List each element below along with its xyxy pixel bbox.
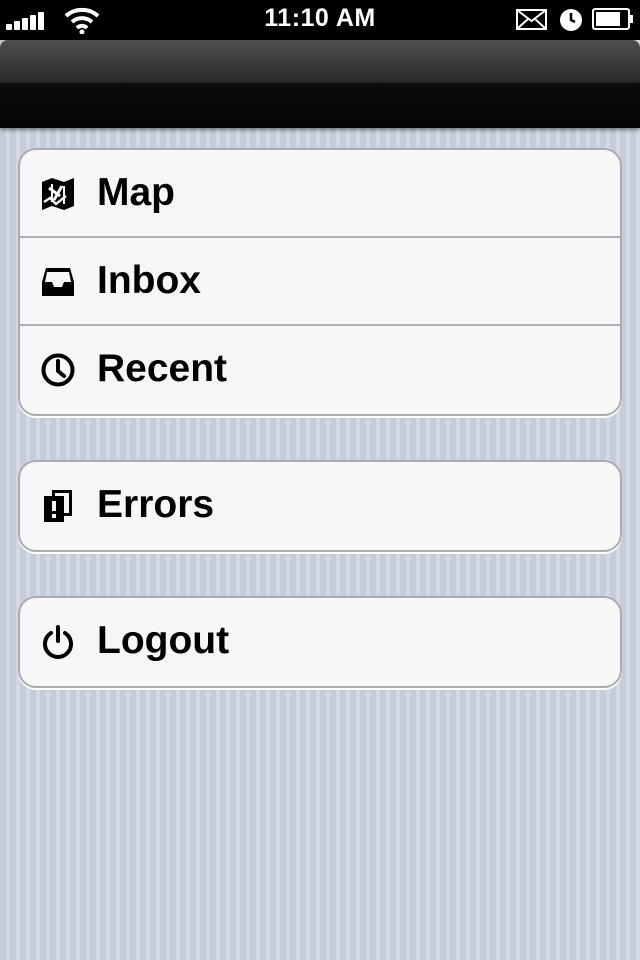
menu-group-errors: Errors xyxy=(18,460,622,552)
clock-icon xyxy=(40,352,76,388)
alarm-icon xyxy=(559,8,583,32)
menu-item-label: Errors xyxy=(97,483,215,526)
menu-item-errors[interactable]: Errors xyxy=(20,462,620,550)
error-document-icon xyxy=(40,488,76,524)
menu-item-label: Map xyxy=(97,171,175,214)
menu-group-main: Map Inbox Recent xyxy=(18,148,622,416)
inbox-icon xyxy=(40,264,76,300)
menu-group-logout: Logout xyxy=(18,596,622,688)
menu-item-map[interactable]: Map xyxy=(20,150,620,238)
mail-icon xyxy=(516,9,547,30)
menu-item-label: Logout xyxy=(97,619,230,662)
menu-item-label: Inbox xyxy=(97,259,201,302)
menu-item-logout[interactable]: Logout xyxy=(20,598,620,686)
status-bar: 11:10 AM xyxy=(0,0,640,40)
menu-item-inbox[interactable]: Inbox xyxy=(20,238,620,326)
map-icon xyxy=(40,176,76,212)
menu-item-recent[interactable]: Recent xyxy=(20,326,620,414)
battery-icon xyxy=(592,8,634,30)
navigation-bar xyxy=(0,40,640,128)
menu-item-label: Recent xyxy=(97,347,228,390)
power-icon xyxy=(40,624,76,660)
